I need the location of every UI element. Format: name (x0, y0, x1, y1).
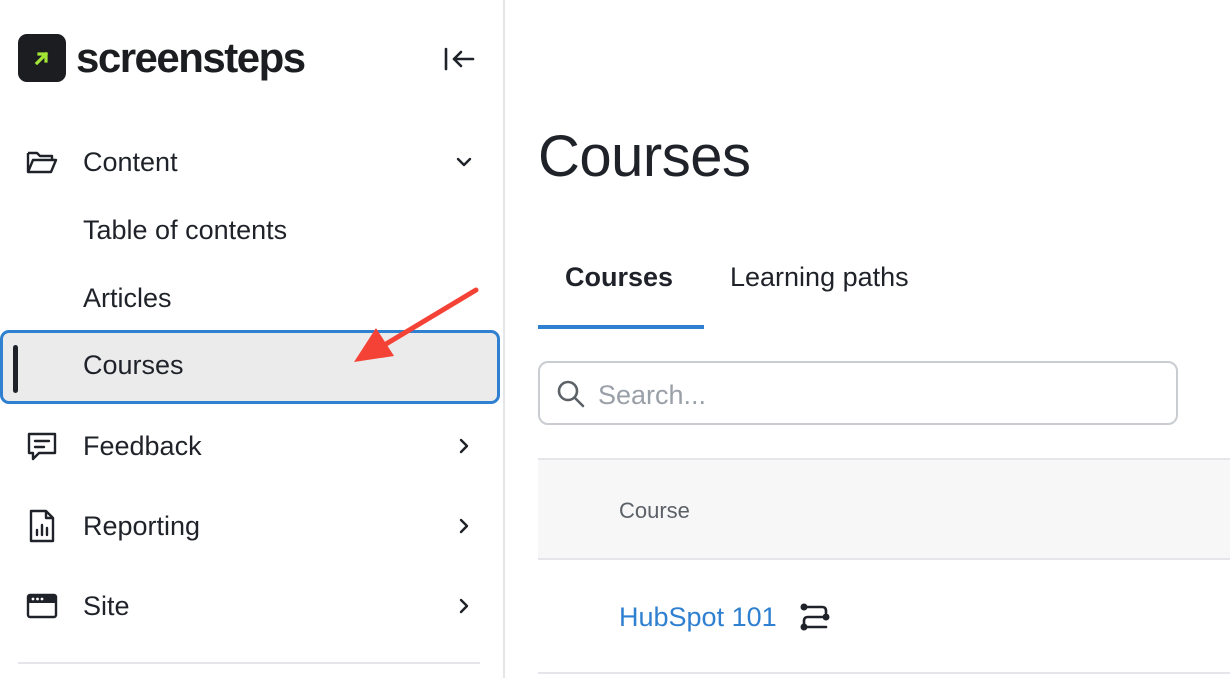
sidebar-item-table-of-contents[interactable]: Table of contents (0, 202, 505, 258)
sidebar-item-reporting[interactable]: Reporting (0, 496, 505, 556)
search-box[interactable] (538, 361, 1178, 425)
sidebar-item-label: Table of contents (83, 214, 288, 245)
tab-courses[interactable]: Courses (565, 262, 673, 293)
report-chart-icon (24, 508, 60, 544)
browser-window-icon (24, 588, 60, 624)
column-header-course[interactable]: Course (619, 498, 690, 524)
sidebar-item-label: Site (83, 590, 130, 621)
search-icon (556, 379, 586, 414)
page-title: Courses (538, 124, 751, 189)
logo-text: screensteps (76, 34, 306, 81)
course-link[interactable]: HubSpot 101 (619, 602, 777, 633)
learning-path-icon (798, 600, 832, 639)
sidebar-item-articles[interactable]: Articles (0, 270, 505, 326)
active-indicator (13, 345, 18, 393)
sidebar-item-label: Feedback (83, 430, 202, 461)
sidebar-divider (18, 662, 480, 664)
collapse-left-icon (444, 47, 475, 71)
folder-open-icon (24, 144, 60, 180)
logo-arrow-icon (18, 34, 66, 82)
tab-learning-paths[interactable]: Learning paths (730, 262, 909, 293)
chevron-right-icon (450, 432, 478, 460)
chevron-right-icon (450, 512, 478, 540)
active-tab-indicator (538, 325, 704, 329)
sidebar: screensteps Content Table of contents Ar… (0, 0, 505, 678)
sidebar-item-label: Reporting (83, 510, 201, 541)
table-row: HubSpot 101 (538, 560, 1230, 674)
chevron-right-icon (450, 592, 478, 620)
collapse-sidebar-button[interactable] (440, 42, 478, 76)
chevron-down-icon (450, 148, 478, 176)
sidebar-item-courses[interactable]: Courses (0, 330, 500, 404)
sidebar-item-label: Articles (83, 282, 172, 313)
search-input[interactable] (596, 375, 1160, 415)
sidebar-item-site[interactable]: Site (0, 576, 505, 636)
sidebar-item-label: Content (83, 146, 178, 177)
sidebar-item-feedback[interactable]: Feedback (0, 416, 505, 476)
logo[interactable]: screensteps (18, 34, 306, 82)
chat-message-icon (24, 428, 60, 464)
table-header: Course (538, 458, 1230, 560)
sidebar-item-content[interactable]: Content (0, 132, 505, 192)
sidebar-item-label: Courses (83, 350, 184, 380)
